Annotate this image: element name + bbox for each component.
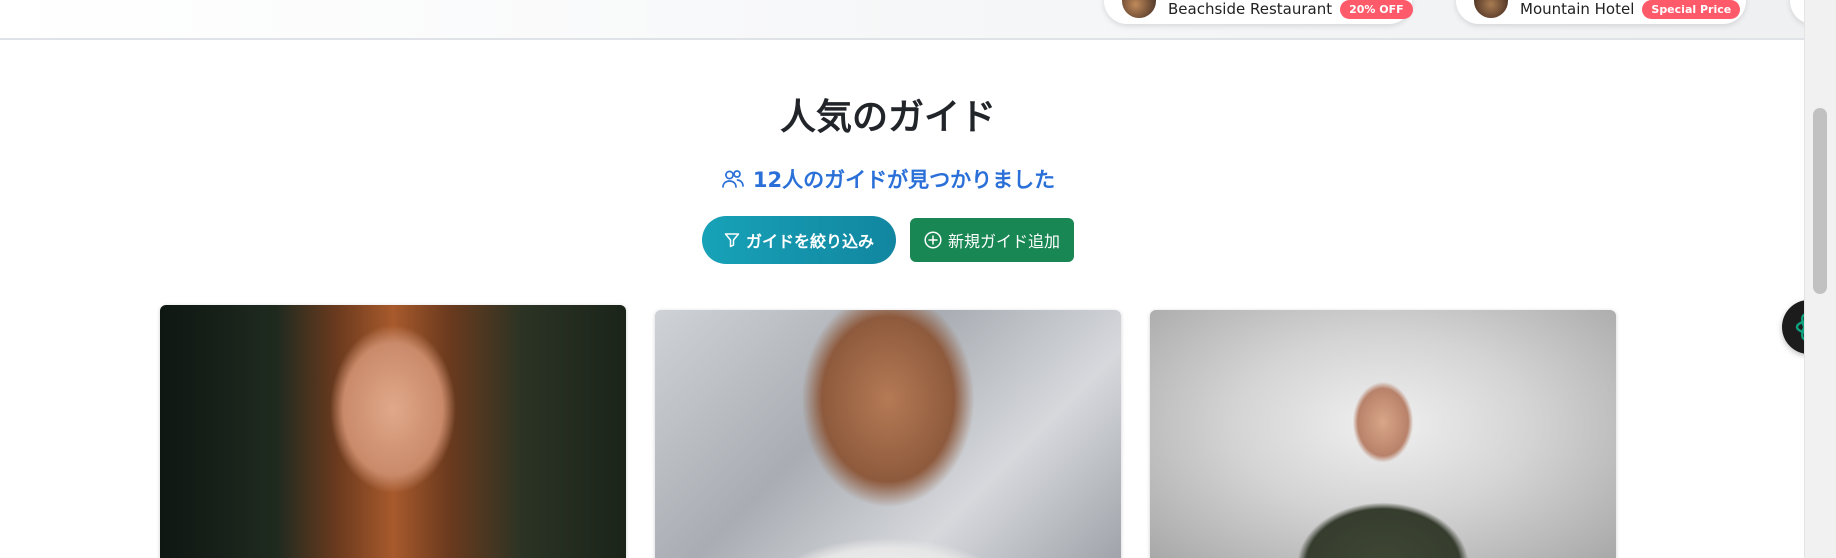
guide-photo [160, 305, 626, 558]
filter-icon [724, 233, 740, 248]
guide-photo [1150, 310, 1616, 558]
filter-guides-label: ガイドを絞り込み [745, 232, 874, 251]
guide-photo [655, 310, 1121, 558]
promo-badge: 20% OFF [1340, 0, 1413, 19]
filter-guides-button[interactable]: ガイドを絞り込み [701, 216, 896, 264]
guide-card[interactable] [160, 305, 626, 558]
plus-circle-icon [924, 231, 942, 249]
promo-strip: Beachside Restaurant 20% OFF Mountain Ho… [0, 0, 1804, 40]
promo-badge: Special Price [1642, 0, 1741, 19]
promo-thumbnail [1474, 0, 1508, 18]
promo-card-partial[interactable] [1790, 0, 1804, 24]
promo-card-restaurant[interactable]: Beachside Restaurant 20% OFF [1104, 0, 1413, 24]
guide-card[interactable] [655, 310, 1121, 558]
guides-found-text: 12人のガイドが見つかりました [752, 168, 1056, 192]
page-scrollbar[interactable] [1804, 0, 1836, 558]
action-buttons: ガイドを絞り込み 新規ガイド追加 [0, 216, 1776, 264]
section-title: 人気のガイド [779, 97, 996, 138]
add-guide-button[interactable]: 新規ガイド追加 [910, 218, 1075, 262]
promo-thumbnail [1122, 0, 1156, 18]
promo-name: Beachside Restaurant [1168, 0, 1333, 18]
add-guide-label: 新規ガイド追加 [948, 232, 1061, 251]
promo-card-hotel[interactable]: Mountain Hotel Special Price [1456, 0, 1746, 24]
page: Beachside Restaurant 20% OFF Mountain Ho… [0, 0, 1836, 558]
promo-name: Mountain Hotel [1520, 0, 1635, 18]
guide-card[interactable] [1150, 310, 1616, 558]
guides-found-count: 12人のガイドが見つかりました [0, 164, 1776, 194]
people-icon [722, 170, 744, 188]
scrollbar-thumb[interactable] [1813, 108, 1827, 294]
